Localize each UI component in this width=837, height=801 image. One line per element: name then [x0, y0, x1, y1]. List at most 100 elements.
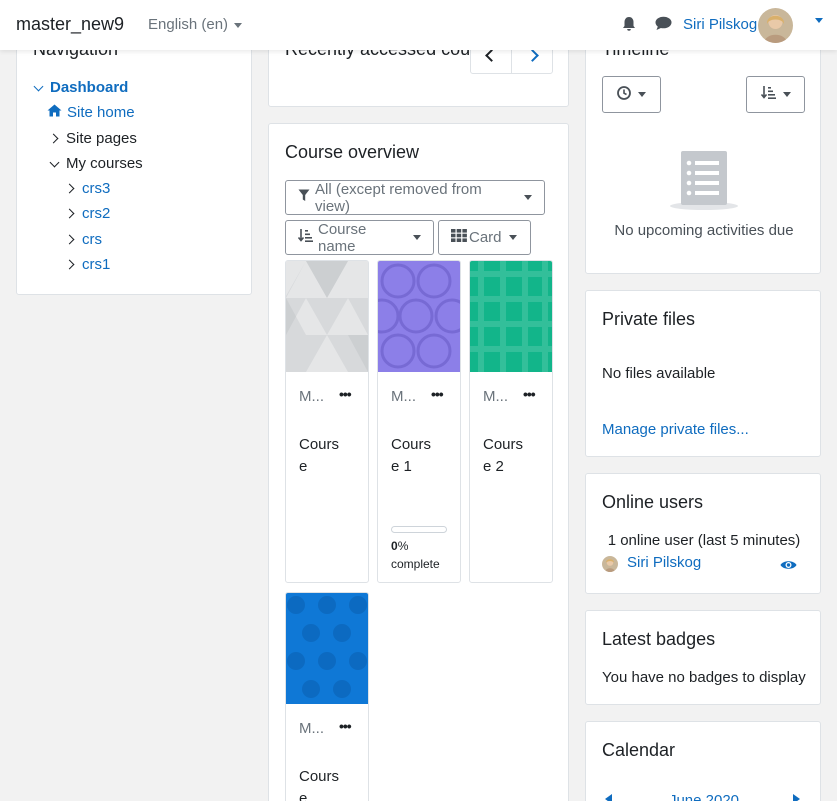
nav-item-course[interactable]: crs2 [64, 205, 111, 222]
calendar-block: Calendar June 2020 [585, 721, 821, 801]
more-options-icon[interactable]: ••• [339, 386, 352, 402]
manage-private-files-link[interactable]: Manage private files... [602, 421, 749, 438]
course-category: M... [299, 720, 324, 737]
online-user-avatar [602, 556, 618, 572]
chevron-down-icon [33, 81, 44, 91]
private-files-title: Private files [602, 309, 696, 329]
sort-icon [760, 85, 776, 104]
nav-item-course[interactable]: crs3 [64, 180, 111, 197]
course-image[interactable] [470, 261, 552, 372]
timeline-sort-dropdown[interactable] [746, 76, 805, 113]
sort-icon [297, 228, 313, 247]
nav-item-site-home[interactable]: Site home [47, 104, 135, 121]
user-name[interactable]: Siri Pilskog [683, 16, 757, 33]
grid-icon [451, 229, 467, 246]
course-name[interactable]: Course 2 [483, 434, 523, 478]
empty-list-icon [669, 149, 739, 215]
chat-icon[interactable] [655, 16, 672, 35]
private-files-block: Private files No files available Manage … [585, 290, 821, 457]
language-label: English (en) [148, 16, 229, 33]
filter-dropdown[interactable]: All (except removed from view) [285, 180, 545, 215]
chevron-left-icon [484, 48, 498, 62]
caret-down-icon [508, 235, 517, 240]
course-card[interactable]: M... ••• Course 1 0% complete [377, 260, 461, 583]
progress-value: 0 [391, 539, 398, 553]
nav-item-my-courses-label: My courses [66, 155, 143, 172]
nav-item-dashboard[interactable]: Dashboard [33, 79, 129, 96]
nav-item-course[interactable]: crs [64, 231, 102, 248]
chevron-right-icon [64, 208, 75, 219]
eye-icon[interactable] [780, 558, 797, 575]
chevron-right-icon [64, 259, 75, 270]
nav-course-label: crs1 [82, 256, 111, 273]
course-category: M... [299, 388, 324, 405]
more-options-icon[interactable]: ••• [523, 386, 536, 402]
course-card[interactable]: M... ••• Course 2 [469, 260, 553, 583]
filter-label: All (except removed from view) [315, 180, 482, 215]
navigation-block: Navigation Dashboard Site home Site page… [16, 20, 252, 295]
nav-item-course[interactable]: crs1 [64, 256, 111, 273]
nav-course-label: crs2 [82, 205, 111, 222]
caret-down-icon [413, 235, 421, 240]
timeline-filter-dropdown[interactable] [602, 76, 661, 113]
caret-down-icon [524, 195, 532, 200]
timeline-block: Timeline No upcoming activities due [585, 20, 821, 274]
nav-item-my-courses[interactable]: My courses [49, 155, 143, 172]
course-name[interactable]: Course [299, 434, 339, 478]
nav-item-site-pages[interactable]: Site pages [48, 130, 137, 147]
course-image[interactable] [286, 261, 368, 372]
nav-course-label: crs [82, 231, 102, 248]
course-card[interactable]: M... ••• Course [285, 260, 369, 583]
language-menu[interactable]: English (en) [148, 16, 243, 33]
course-overview-block: Course overview All (except removed from… [268, 123, 569, 801]
more-options-icon[interactable]: ••• [431, 386, 444, 402]
view-dropdown[interactable]: Card [438, 220, 531, 255]
caret-down-icon [638, 92, 646, 97]
chevron-right-icon [64, 234, 75, 245]
sort-dropdown[interactable]: Course name [285, 220, 434, 255]
chevron-down-icon [49, 157, 60, 167]
home-icon [47, 104, 62, 121]
bell-icon[interactable] [622, 16, 636, 36]
calendar-month-link[interactable]: June 2020 [586, 792, 822, 801]
online-user-link[interactable]: Siri Pilskog [627, 554, 701, 571]
view-label: Card [469, 229, 502, 246]
sort-label: Course name [318, 220, 367, 255]
online-users-summary: 1 online user (last 5 minutes) [607, 532, 801, 549]
progress-bar [391, 526, 447, 533]
site-name[interactable]: master_new9 [16, 14, 124, 35]
next-month-icon[interactable] [793, 794, 800, 801]
timeline-empty-text: No upcoming activities due [614, 222, 794, 239]
badges-empty-text: You have no badges to display [602, 669, 806, 686]
course-category: M... [391, 388, 416, 405]
course-image[interactable] [286, 593, 368, 704]
progress-suffix: % [397, 539, 409, 553]
more-options-icon[interactable]: ••• [339, 718, 352, 734]
course-card[interactable]: M... ••• Course [285, 592, 369, 801]
caret-down-icon [234, 22, 243, 28]
course-overview-title: Course overview [285, 142, 420, 162]
online-users-block: Online users 1 online user (last 5 minut… [585, 473, 821, 594]
nav-item-dashboard-label: Dashboard [50, 79, 129, 96]
user-avatar[interactable] [758, 8, 793, 43]
chevron-right-icon [64, 183, 75, 194]
course-category: M... [483, 388, 508, 405]
online-users-title: Online users [602, 492, 704, 512]
filter-icon [298, 189, 310, 206]
course-image[interactable] [378, 261, 460, 372]
progress-text: 0% complete [391, 537, 440, 573]
course-name[interactable]: Course [299, 766, 339, 801]
latest-badges-title: Latest badges [602, 629, 716, 649]
nav-item-site-pages-label: Site pages [66, 130, 137, 147]
chevron-right-icon [48, 133, 59, 144]
user-menu-caret-icon[interactable] [815, 18, 823, 23]
top-navbar: master_new9 English (en) Siri Pilskog [0, 0, 837, 50]
progress-label: complete [391, 557, 440, 571]
clock-icon [617, 85, 631, 104]
latest-badges-block: Latest badges You have no badges to disp… [585, 610, 821, 705]
nav-course-label: crs3 [82, 180, 111, 197]
course-name[interactable]: Course 1 [391, 434, 431, 478]
chevron-right-icon [525, 48, 539, 62]
caret-down-icon [782, 92, 791, 97]
nav-item-site-home-label: Site home [67, 104, 135, 121]
